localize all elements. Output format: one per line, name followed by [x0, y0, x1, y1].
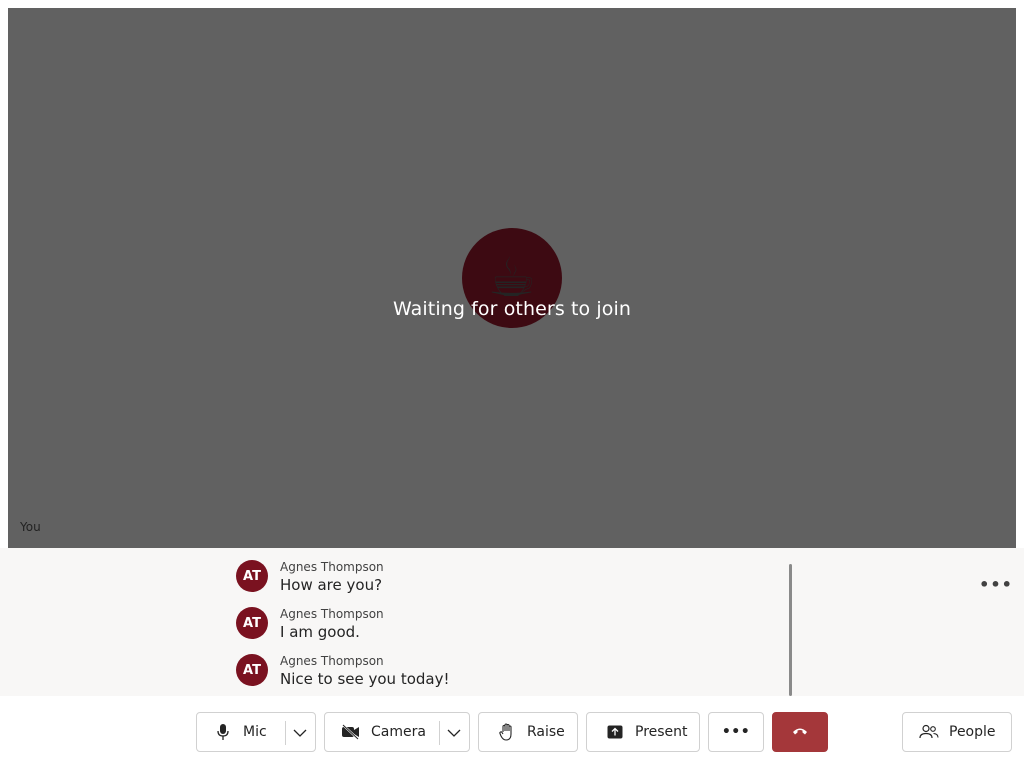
sender-name: Agnes Thompson: [280, 607, 384, 621]
hang-up-icon: [792, 724, 808, 740]
self-name-label: You: [20, 520, 41, 534]
chat-message: AT Agnes Thompson I am good.: [236, 607, 776, 651]
camera-label: Camera: [371, 724, 426, 740]
video-stage: ☕ Waiting for others to join You: [8, 8, 1016, 548]
meeting-window: ☕ Waiting for others to join You AT Agne…: [0, 0, 1024, 768]
mic-button[interactable]: Mic: [197, 713, 285, 751]
chat-message: AT Agnes Thompson How are you?: [236, 560, 776, 604]
leave-call-button[interactable]: [772, 712, 828, 752]
sender-avatar: AT: [236, 654, 268, 686]
message-text: How are you?: [280, 576, 383, 594]
sender-name: Agnes Thompson: [280, 560, 384, 574]
message-text: I am good.: [280, 623, 360, 641]
camera-off-icon: [341, 722, 361, 742]
present-label: Present: [635, 724, 688, 740]
people-button[interactable]: People: [902, 712, 1012, 752]
call-toolbar: Mic Camera Raise Present ••• People: [0, 696, 1024, 768]
chat-more-options-icon[interactable]: •••: [979, 574, 1012, 594]
camera-button[interactable]: Camera: [325, 713, 439, 751]
more-options-icon: •••: [721, 724, 751, 740]
chat-panel: AT Agnes Thompson How are you? AT Agnes …: [0, 548, 1024, 696]
sender-avatar: AT: [236, 607, 268, 639]
chat-message: AT Agnes Thompson Nice to see you today!: [236, 654, 776, 698]
camera-button-group: Camera: [324, 712, 470, 752]
divider: [285, 721, 286, 745]
more-actions-button[interactable]: •••: [708, 712, 764, 752]
sender-name: Agnes Thompson: [280, 654, 384, 668]
people-label: People: [949, 724, 996, 740]
message-text: Nice to see you today!: [280, 670, 450, 688]
divider: [439, 721, 440, 745]
mic-label: Mic: [243, 724, 267, 740]
hand-icon: [497, 722, 517, 742]
waiting-message: Waiting for others to join: [392, 298, 632, 320]
sender-avatar: AT: [236, 560, 268, 592]
coffee-icon: ☕: [487, 246, 537, 309]
camera-options-chevron-down-icon[interactable]: [444, 723, 464, 743]
people-icon: [919, 722, 939, 742]
microphone-icon: [213, 722, 233, 742]
raise-label: Raise: [527, 724, 565, 740]
present-button[interactable]: Present: [586, 712, 700, 752]
raise-hand-button[interactable]: Raise: [478, 712, 578, 752]
mic-button-group: Mic: [196, 712, 316, 752]
chat-scrollbar[interactable]: [789, 564, 792, 696]
mic-options-chevron-down-icon[interactable]: [290, 723, 310, 743]
share-screen-icon: [605, 722, 625, 742]
